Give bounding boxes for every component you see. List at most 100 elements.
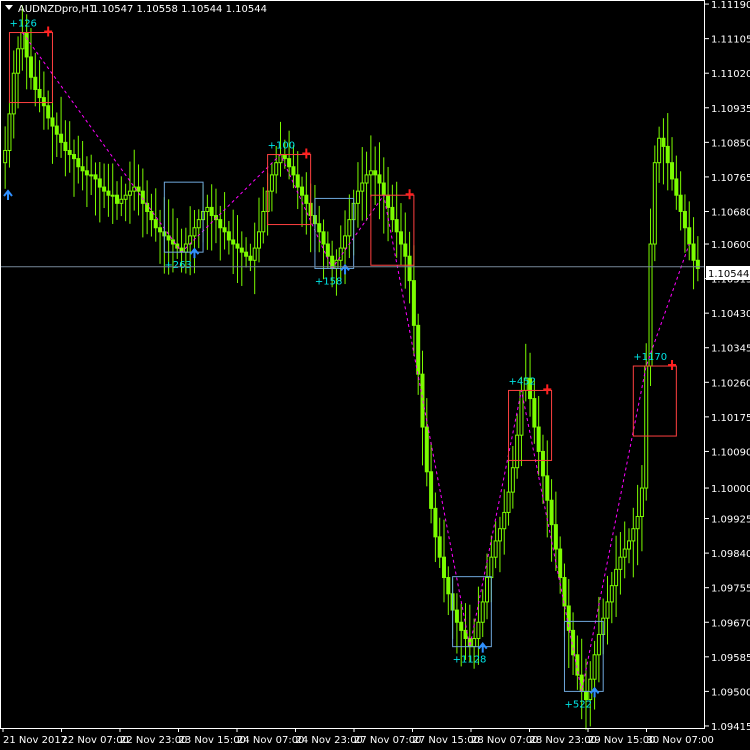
price-tick-label: 1.10260: [711, 378, 750, 389]
time-tick-label: 24 Nov 07:00: [237, 735, 304, 746]
candle-body: [24, 32, 29, 58]
price-tick-label: 1.11020: [711, 69, 750, 80]
candle-body: [291, 166, 296, 176]
candle-body: [532, 398, 537, 428]
candle-body: [489, 556, 494, 579]
candle-body: [386, 194, 391, 208]
candle-body: [248, 255, 253, 261]
candle-body: [454, 609, 459, 623]
symbol-label: AUDNZDpro,H1: [18, 4, 95, 15]
zigzag-bottom-label: +1128: [453, 655, 487, 666]
candle-body: [652, 162, 657, 245]
bottom-pivot-box: [163, 181, 204, 253]
candle-body: [136, 186, 141, 192]
candle-body: [373, 170, 378, 176]
candle-body: [644, 365, 649, 489]
zigzag-top-label: +1170: [633, 352, 667, 363]
price-tick-label: 1.09925: [711, 515, 750, 526]
candle-body: [256, 231, 261, 249]
candle-body: [209, 206, 214, 217]
down-arrow-icon: [405, 189, 414, 200]
down-arrow-icon: [668, 360, 677, 371]
candle-body: [442, 556, 447, 579]
down-arrow-icon: [44, 26, 53, 37]
candle-body: [583, 690, 588, 701]
candle-body: [407, 255, 412, 282]
candle-body: [657, 137, 662, 164]
current-price-tag: 1.10544: [706, 266, 750, 280]
candle-body: [196, 219, 201, 229]
candle-body: [609, 585, 614, 603]
candle-body: [235, 243, 240, 249]
candle-body: [398, 231, 403, 245]
price-tick-label: 1.10680: [711, 207, 750, 218]
candle-body: [614, 568, 619, 587]
candle-body: [20, 32, 25, 50]
price-tick-label: 1.11105: [711, 35, 750, 46]
candle-body: [691, 243, 696, 261]
candle-body: [381, 182, 386, 196]
price-tick-label: 1.10345: [711, 344, 750, 355]
candle-body: [127, 190, 132, 196]
candle-body: [368, 170, 373, 176]
candle-body: [166, 235, 171, 241]
candle-body: [93, 174, 98, 180]
candle-body: [424, 426, 429, 473]
candle-body: [674, 178, 679, 196]
time-tick-label: 27 Nov 07:00: [354, 735, 421, 746]
candle-body: [459, 621, 464, 631]
zigzag-bottom-label: +263: [164, 260, 191, 271]
price-tick-label: 1.11190: [711, 0, 750, 11]
candle-body: [420, 373, 425, 428]
candle-body: [261, 210, 266, 233]
time-tick-label: 28 Nov 07:00: [471, 735, 538, 746]
price-tick-label: 1.09500: [711, 687, 750, 698]
up-arrow-icon: [3, 189, 13, 200]
candle-body: [411, 280, 416, 326]
candle-body: [252, 247, 257, 261]
time-tick-label: 29 Nov 15:00: [588, 735, 655, 746]
time-tick-label: 22 Nov 07:00: [62, 735, 129, 746]
price-tick-label: 1.09415: [711, 722, 750, 733]
price-chart[interactable]: +126 +263 +100 +158 +1128 +452 +522 +1170 1.111…: [0, 0, 750, 750]
candle-body: [682, 210, 687, 229]
price-tick-label: 1.10430: [711, 309, 750, 320]
candle-body: [627, 540, 632, 550]
candle-body: [558, 548, 563, 579]
candle-body: [84, 170, 89, 176]
candle-body: [510, 467, 515, 493]
candle-body: [41, 97, 46, 107]
candle-body: [549, 499, 554, 526]
candle-body: [239, 247, 244, 253]
candle-body: [158, 227, 163, 233]
candle-body: [226, 231, 231, 241]
candle-body: [497, 528, 502, 542]
candle-body: [639, 487, 644, 518]
candle-body: [321, 231, 326, 245]
candle-body: [437, 536, 442, 558]
candle-body: [687, 227, 692, 245]
candle-body: [472, 638, 477, 648]
time-tick-label: 24 Nov 23:00: [296, 735, 363, 746]
dropdown-triangle-icon: [5, 5, 13, 10]
zigzag-top-label: +100: [268, 141, 295, 152]
candle-body: [540, 450, 545, 477]
price-tick-label: 1.09585: [711, 653, 750, 664]
candle-body: [553, 524, 558, 550]
candle-body: [192, 227, 197, 237]
zigzag-top-label: +452: [509, 376, 536, 387]
ohlc-values: 1.10547 1.10558 1.10544 1.10544: [92, 4, 267, 15]
candle-body: [416, 324, 421, 375]
candle-body: [429, 471, 434, 509]
candle-body: [506, 491, 511, 513]
price-tick-label: 1.10935: [711, 104, 750, 115]
candle-body: [622, 548, 627, 558]
candle-body: [648, 243, 653, 367]
candle-body: [7, 113, 12, 151]
price-axis: 1.11190 1.11105 1.11020 1.10935 1.10850 1.107…: [705, 0, 750, 733]
zigzag-top-label: +126: [9, 19, 36, 30]
zigzag-bottom-label: +522: [564, 699, 591, 710]
price-tick-label: 1.10175: [711, 413, 750, 424]
candle-body: [304, 194, 309, 204]
candle-body: [33, 76, 38, 90]
